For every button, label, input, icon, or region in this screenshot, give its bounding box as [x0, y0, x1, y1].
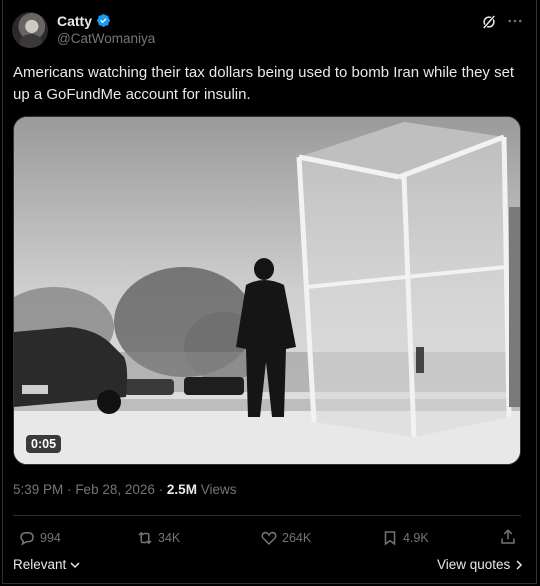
video-frame-image	[14, 117, 520, 464]
display-name[interactable]: Catty	[57, 13, 92, 29]
like-count: 264K	[282, 531, 312, 545]
sort-label: Relevant	[13, 557, 67, 572]
chevron-down-icon	[70, 562, 80, 569]
bookmark-count: 4.9K	[403, 531, 429, 545]
repost-button[interactable]: 34K	[136, 528, 180, 548]
repost-icon	[138, 531, 152, 545]
video-duration-badge: 0:05	[26, 435, 62, 453]
grok-icon[interactable]	[480, 13, 498, 31]
tweet-time[interactable]: 5:39 PM	[13, 482, 63, 497]
reply-button[interactable]: 994	[18, 528, 61, 548]
chevron-right-icon	[516, 560, 523, 570]
tweet-date[interactable]: Feb 28, 2026	[75, 482, 155, 497]
verified-badge-icon	[97, 14, 110, 27]
avatar[interactable]	[12, 12, 48, 48]
more-options-icon[interactable]	[506, 12, 524, 30]
user-handle[interactable]: @CatWomaniya	[57, 31, 155, 46]
bookmark-icon	[384, 531, 396, 546]
tweet-text: Americans watching their tax dollars bei…	[13, 64, 515, 103]
view-quotes-label: View quotes	[437, 557, 511, 572]
tweet-meta: 5:39 PM · Feb 28, 2026 · 2.5M Views	[13, 482, 236, 497]
reply-icon	[20, 532, 34, 546]
views-count: 2.5M	[166, 482, 197, 497]
reply-count: 994	[40, 531, 61, 545]
repost-count: 34K	[158, 531, 181, 545]
video-player[interactable]	[13, 116, 521, 465]
view-quotes-link[interactable]: View quotes	[437, 557, 524, 572]
divider	[13, 515, 521, 516]
meta-separator: ·	[67, 482, 72, 497]
meta-separator: ·	[158, 482, 164, 497]
views-label: Views	[200, 482, 237, 497]
heart-icon	[261, 531, 277, 546]
like-button[interactable]: 264K	[260, 528, 311, 548]
sort-replies-dropdown[interactable]: Relevant	[13, 557, 80, 572]
share-icon[interactable]	[499, 528, 517, 546]
bookmark-button[interactable]: 4.9K	[381, 528, 429, 548]
